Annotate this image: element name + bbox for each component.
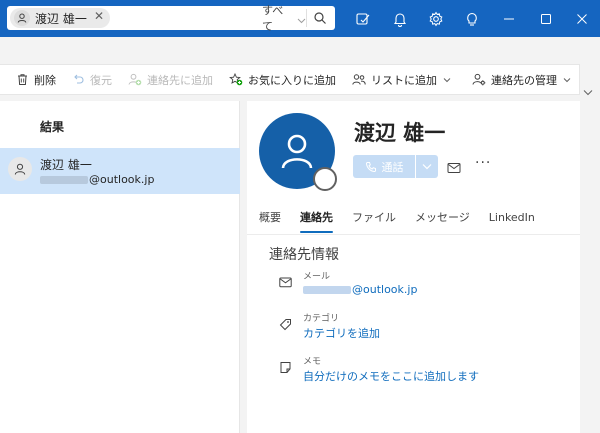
redacted-text (40, 175, 88, 184)
undo-icon (74, 74, 84, 84)
person-icon (14, 163, 26, 175)
add-memo-link[interactable]: 自分だけのメモをここに追加します (303, 368, 479, 384)
contact-name: 渡辺 雄一 (354, 121, 446, 145)
add-to-list-label: リストに追加 (371, 73, 437, 87)
add-to-list-button[interactable]: リストに追加 (344, 64, 464, 95)
add-category-link[interactable]: カテゴリを追加 (303, 325, 380, 341)
lightbulb-icon[interactable] (463, 10, 481, 28)
contact-tabs: 概要 連絡先 ファイル メッセージ LinkedIn (259, 207, 554, 237)
note-icon (277, 359, 293, 375)
result-email: @outlook.jp (40, 173, 154, 186)
ribbon-expand-chevron-icon[interactable] (583, 81, 593, 100)
people-icon (352, 74, 366, 85)
presence-status-icon (313, 167, 337, 191)
chevron-down-icon (297, 9, 306, 28)
delete-button[interactable]: 削除 (0, 64, 64, 95)
call-options-button[interactable] (416, 155, 438, 178)
search-box[interactable]: 渡辺 雄一 ✕ すべて (7, 4, 335, 33)
call-button[interactable]: 通話 (353, 155, 415, 178)
results-pane: 結果 渡辺 雄一 @outlook.jp (0, 101, 240, 433)
ribbon-toolbar: 削除 復元 連絡先に追加 お気に入りに追加 リストに追加 連絡先の管理 (0, 64, 580, 95)
tab-messages[interactable]: メッセージ (415, 207, 470, 233)
close-icon[interactable]: ✕ (94, 9, 104, 23)
memo-label: メモ (303, 357, 322, 367)
add-to-favorites-label: お気に入りに追加 (248, 73, 336, 87)
redacted-text (303, 285, 351, 294)
category-label: カテゴリ (303, 314, 340, 324)
chevron-down-icon (443, 77, 451, 82)
restore-button[interactable]: 復元 (64, 64, 120, 95)
person-icon (281, 134, 313, 169)
email-label: メール (303, 272, 331, 282)
gear-icon[interactable] (427, 10, 445, 28)
bell-icon[interactable] (391, 10, 409, 28)
more-options-icon[interactable]: ··· (475, 155, 491, 171)
close-window-icon[interactable] (572, 9, 592, 29)
tab-linkedin[interactable]: LinkedIn (489, 207, 535, 233)
section-title: 連絡先情報 (269, 247, 339, 263)
add-person-icon (128, 73, 142, 86)
person-settings-icon (472, 73, 486, 86)
phone-icon (365, 161, 376, 172)
tag-icon (277, 316, 293, 332)
person-icon (14, 10, 30, 26)
tab-overview[interactable]: 概要 (259, 207, 281, 233)
tab-contact[interactable]: 連絡先 (300, 207, 333, 233)
email-domain: @outlook.jp (352, 283, 418, 296)
email-value[interactable]: @outlook.jp (303, 283, 417, 296)
search-icon[interactable] (313, 10, 327, 29)
search-chip[interactable]: 渡辺 雄一 ✕ (10, 8, 110, 28)
result-name: 渡辺 雄一 (40, 158, 92, 172)
results-title: 結果 (40, 120, 65, 134)
trash-icon (18, 74, 27, 85)
call-label: 通話 (381, 160, 404, 174)
avatar (8, 157, 32, 181)
ribbon: 削除 復元 連絡先に追加 お気に入りに追加 リストに追加 連絡先の管理 (0, 37, 600, 107)
scrollbar[interactable] (590, 101, 600, 433)
list-item[interactable]: 渡辺 雄一 @outlook.jp (0, 148, 240, 194)
delete-label: 削除 (34, 73, 56, 87)
star-add-icon (229, 73, 243, 86)
add-to-contacts-button[interactable]: 連絡先に追加 (120, 64, 221, 95)
search-scope-select[interactable]: すべて (257, 4, 307, 33)
search-chip-label: 渡辺 雄一 (35, 11, 87, 26)
email-field: メール @outlook.jp (277, 269, 567, 303)
memo-field: メモ 自分だけのメモをここに追加します (277, 354, 567, 388)
compose-note-icon[interactable] (354, 10, 372, 28)
maximize-icon[interactable] (536, 9, 556, 29)
title-bar: 渡辺 雄一 ✕ すべて (0, 0, 600, 37)
chevron-down-icon (422, 164, 432, 170)
manage-contacts-label: 連絡先の管理 (491, 73, 557, 87)
search-scope-label: すべて (262, 4, 284, 33)
result-email-domain: @outlook.jp (89, 173, 155, 186)
minimize-icon[interactable] (499, 9, 519, 29)
add-to-contacts-label: 連絡先に追加 (147, 73, 213, 87)
restore-label: 復元 (90, 73, 112, 87)
divider (247, 234, 580, 235)
category-field: カテゴリ カテゴリを追加 (277, 311, 567, 345)
chevron-down-icon (563, 77, 571, 82)
contact-card: 渡辺 雄一 通話 ··· 概要 連絡先 ファイル メッセージ LinkedIn … (247, 101, 580, 433)
mail-icon[interactable] (447, 159, 461, 178)
add-to-favorites-button[interactable]: お気に入りに追加 (221, 64, 344, 95)
manage-contacts-button[interactable]: 連絡先の管理 (464, 64, 584, 95)
mail-icon (277, 274, 293, 290)
tab-files[interactable]: ファイル (352, 207, 396, 233)
